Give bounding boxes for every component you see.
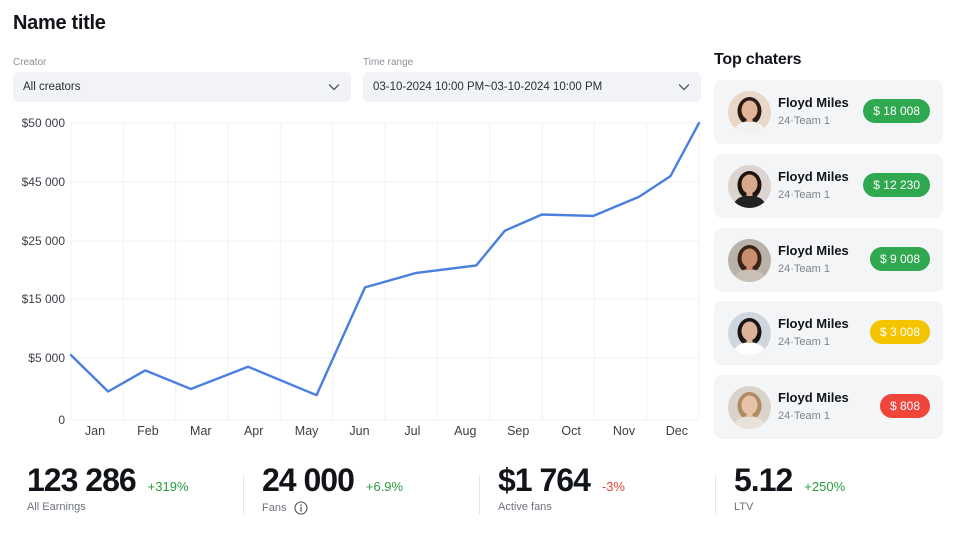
chatter-team: 24·Team 1 bbox=[778, 189, 830, 201]
avatar bbox=[728, 91, 771, 134]
page-title: Name title bbox=[13, 12, 106, 34]
avatar bbox=[728, 312, 771, 355]
stat-label-text: LTV bbox=[734, 501, 754, 513]
stat-fans: 24 000 +6.9% Fans bbox=[262, 462, 403, 515]
stat-value: 123 286 bbox=[27, 462, 137, 498]
time-range-select[interactable]: 03-10-2024 10:00 PM~03-10-2024 10:00 PM bbox=[363, 72, 701, 102]
stat-value: 24 000 bbox=[262, 462, 355, 498]
y-tick-label: $5 000 bbox=[28, 351, 65, 365]
chatter-team: 24·Team 1 bbox=[778, 410, 830, 422]
chatter-card[interactable]: Floyd Miles 24·Team 1 $ 12 230 bbox=[714, 154, 943, 218]
amount-badge: $ 18 008 bbox=[863, 99, 930, 123]
stat-value: 5.12 bbox=[734, 462, 793, 498]
chevron-down-icon bbox=[678, 84, 690, 91]
stat-ltv: 5.12 +250% LTV bbox=[734, 462, 845, 513]
chatter-card[interactable]: Floyd Miles 24·Team 1 $ 808 bbox=[714, 375, 943, 439]
x-tick-label: Sep bbox=[507, 424, 529, 438]
chevron-down-icon bbox=[328, 84, 340, 91]
chatter-team: 24·Team 1 bbox=[778, 115, 830, 127]
y-tick-label: 0 bbox=[58, 413, 65, 427]
avatar bbox=[728, 165, 771, 208]
chart-grid bbox=[70, 122, 700, 421]
chatter-card[interactable]: Floyd Miles 24·Team 1 $ 18 008 bbox=[714, 80, 943, 144]
y-tick-label: $25 000 bbox=[22, 234, 66, 248]
stat-change: +319% bbox=[147, 479, 189, 494]
chatter-name: Floyd Miles bbox=[778, 390, 849, 405]
y-tick-label: $15 000 bbox=[22, 292, 66, 306]
stat-label: All Earnings bbox=[27, 501, 189, 513]
stat-change: +250% bbox=[804, 479, 846, 494]
earnings-line-chart: $50 000 $45 000 $25 000 $15 000 $5 000 0 Jan F… bbox=[22, 116, 701, 438]
chatter-card[interactable]: Floyd Miles 24·Team 1 $ 9 008 bbox=[714, 228, 943, 292]
chatter-name: Floyd Miles bbox=[778, 316, 849, 331]
stat-value: $1 764 bbox=[498, 462, 591, 498]
creator-select[interactable]: All creators bbox=[13, 72, 351, 102]
time-range-select-value: 03-10-2024 10:00 PM~03-10-2024 10:00 PM bbox=[373, 81, 603, 93]
divider bbox=[243, 476, 244, 514]
stat-label: Fans bbox=[262, 501, 403, 515]
time-range-label: Time range bbox=[363, 57, 414, 68]
stat-all-earnings: 123 286 +319% All Earnings bbox=[27, 462, 189, 513]
stat-active-fans: $1 764 -3% Active fans bbox=[498, 462, 625, 513]
stat-label: Active fans bbox=[498, 501, 625, 513]
stat-change: +6.9% bbox=[365, 479, 404, 494]
stat-label-text: All Earnings bbox=[27, 501, 86, 513]
time-range-filter: Time range 03-10-2024 10:00 PM~03-10-202… bbox=[363, 57, 701, 102]
info-icon[interactable] bbox=[294, 501, 309, 515]
x-tick-label: Aug bbox=[454, 424, 476, 438]
chatter-name: Floyd Miles bbox=[778, 169, 849, 184]
chatter-team: 24·Team 1 bbox=[778, 336, 830, 348]
top-chatters-title: Top chaters bbox=[714, 51, 802, 68]
x-tick-label: Dec bbox=[666, 424, 688, 438]
amount-badge: $ 9 008 bbox=[869, 247, 930, 271]
x-tick-label: Mar bbox=[190, 424, 212, 438]
amount-badge: $ 808 bbox=[879, 394, 930, 418]
x-tick-label: Jul bbox=[404, 424, 420, 438]
stat-change: -3% bbox=[601, 479, 625, 494]
x-tick-label: May bbox=[295, 424, 319, 438]
y-tick-label: $50 000 bbox=[22, 116, 66, 130]
creator-filter: Creator All creators bbox=[13, 57, 351, 102]
chatter-card[interactable]: Floyd Miles 24·Team 1 $ 3 008 bbox=[714, 301, 943, 365]
creator-select-value: All creators bbox=[23, 81, 81, 93]
x-axis: Jan Feb Mar Apr May Jun Jul Aug Sep Oct Nov Dec bbox=[85, 424, 688, 438]
x-tick-label: Oct bbox=[561, 424, 581, 438]
amount-badge: $ 3 008 bbox=[869, 320, 930, 344]
stat-label-text: Fans bbox=[262, 502, 287, 514]
x-tick-label: Jun bbox=[349, 424, 369, 438]
avatar bbox=[728, 386, 771, 429]
x-tick-label: Nov bbox=[613, 424, 636, 438]
chatter-name: Floyd Miles bbox=[778, 243, 849, 258]
x-tick-label: Jan bbox=[85, 424, 105, 438]
stats-row: 123 286 +319% All Earnings 24 000 +6.9% … bbox=[0, 462, 957, 532]
divider bbox=[715, 476, 716, 514]
avatar bbox=[728, 239, 771, 282]
x-tick-label: Apr bbox=[244, 424, 263, 438]
stat-label: LTV bbox=[734, 501, 845, 513]
x-tick-label: Feb bbox=[137, 424, 159, 438]
y-axis: $50 000 $45 000 $25 000 $15 000 $5 000 0 bbox=[22, 116, 66, 427]
divider bbox=[479, 476, 480, 514]
chatter-team: 24·Team 1 bbox=[778, 263, 830, 275]
creator-label: Creator bbox=[13, 57, 47, 68]
y-tick-label: $45 000 bbox=[22, 175, 66, 189]
amount-badge: $ 12 230 bbox=[863, 173, 930, 197]
stat-label-text: Active fans bbox=[498, 501, 552, 513]
chatter-name: Floyd Miles bbox=[778, 95, 849, 110]
